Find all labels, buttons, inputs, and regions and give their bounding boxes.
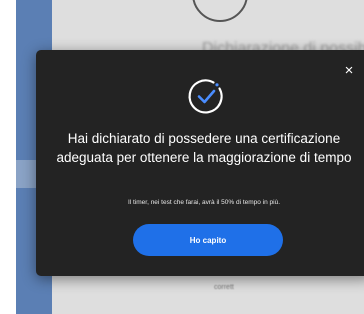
confirm-button[interactable]: Ho capito <box>133 224 283 256</box>
confirmation-modal: × Hai dichiarato di possedere una certif… <box>36 50 364 276</box>
background-footer-text: corrett <box>214 284 234 291</box>
close-icon[interactable]: × <box>342 63 356 78</box>
modal-note: Il timer, nei test che farai, avrà il 50… <box>127 199 281 206</box>
modal-title: Hai dichiarato di possedere una certific… <box>56 131 352 165</box>
background-circle-icon <box>192 0 248 22</box>
app-page: Dichiarazione di possibilità corrett × H… <box>0 0 364 314</box>
check-circle-icon <box>188 79 223 114</box>
